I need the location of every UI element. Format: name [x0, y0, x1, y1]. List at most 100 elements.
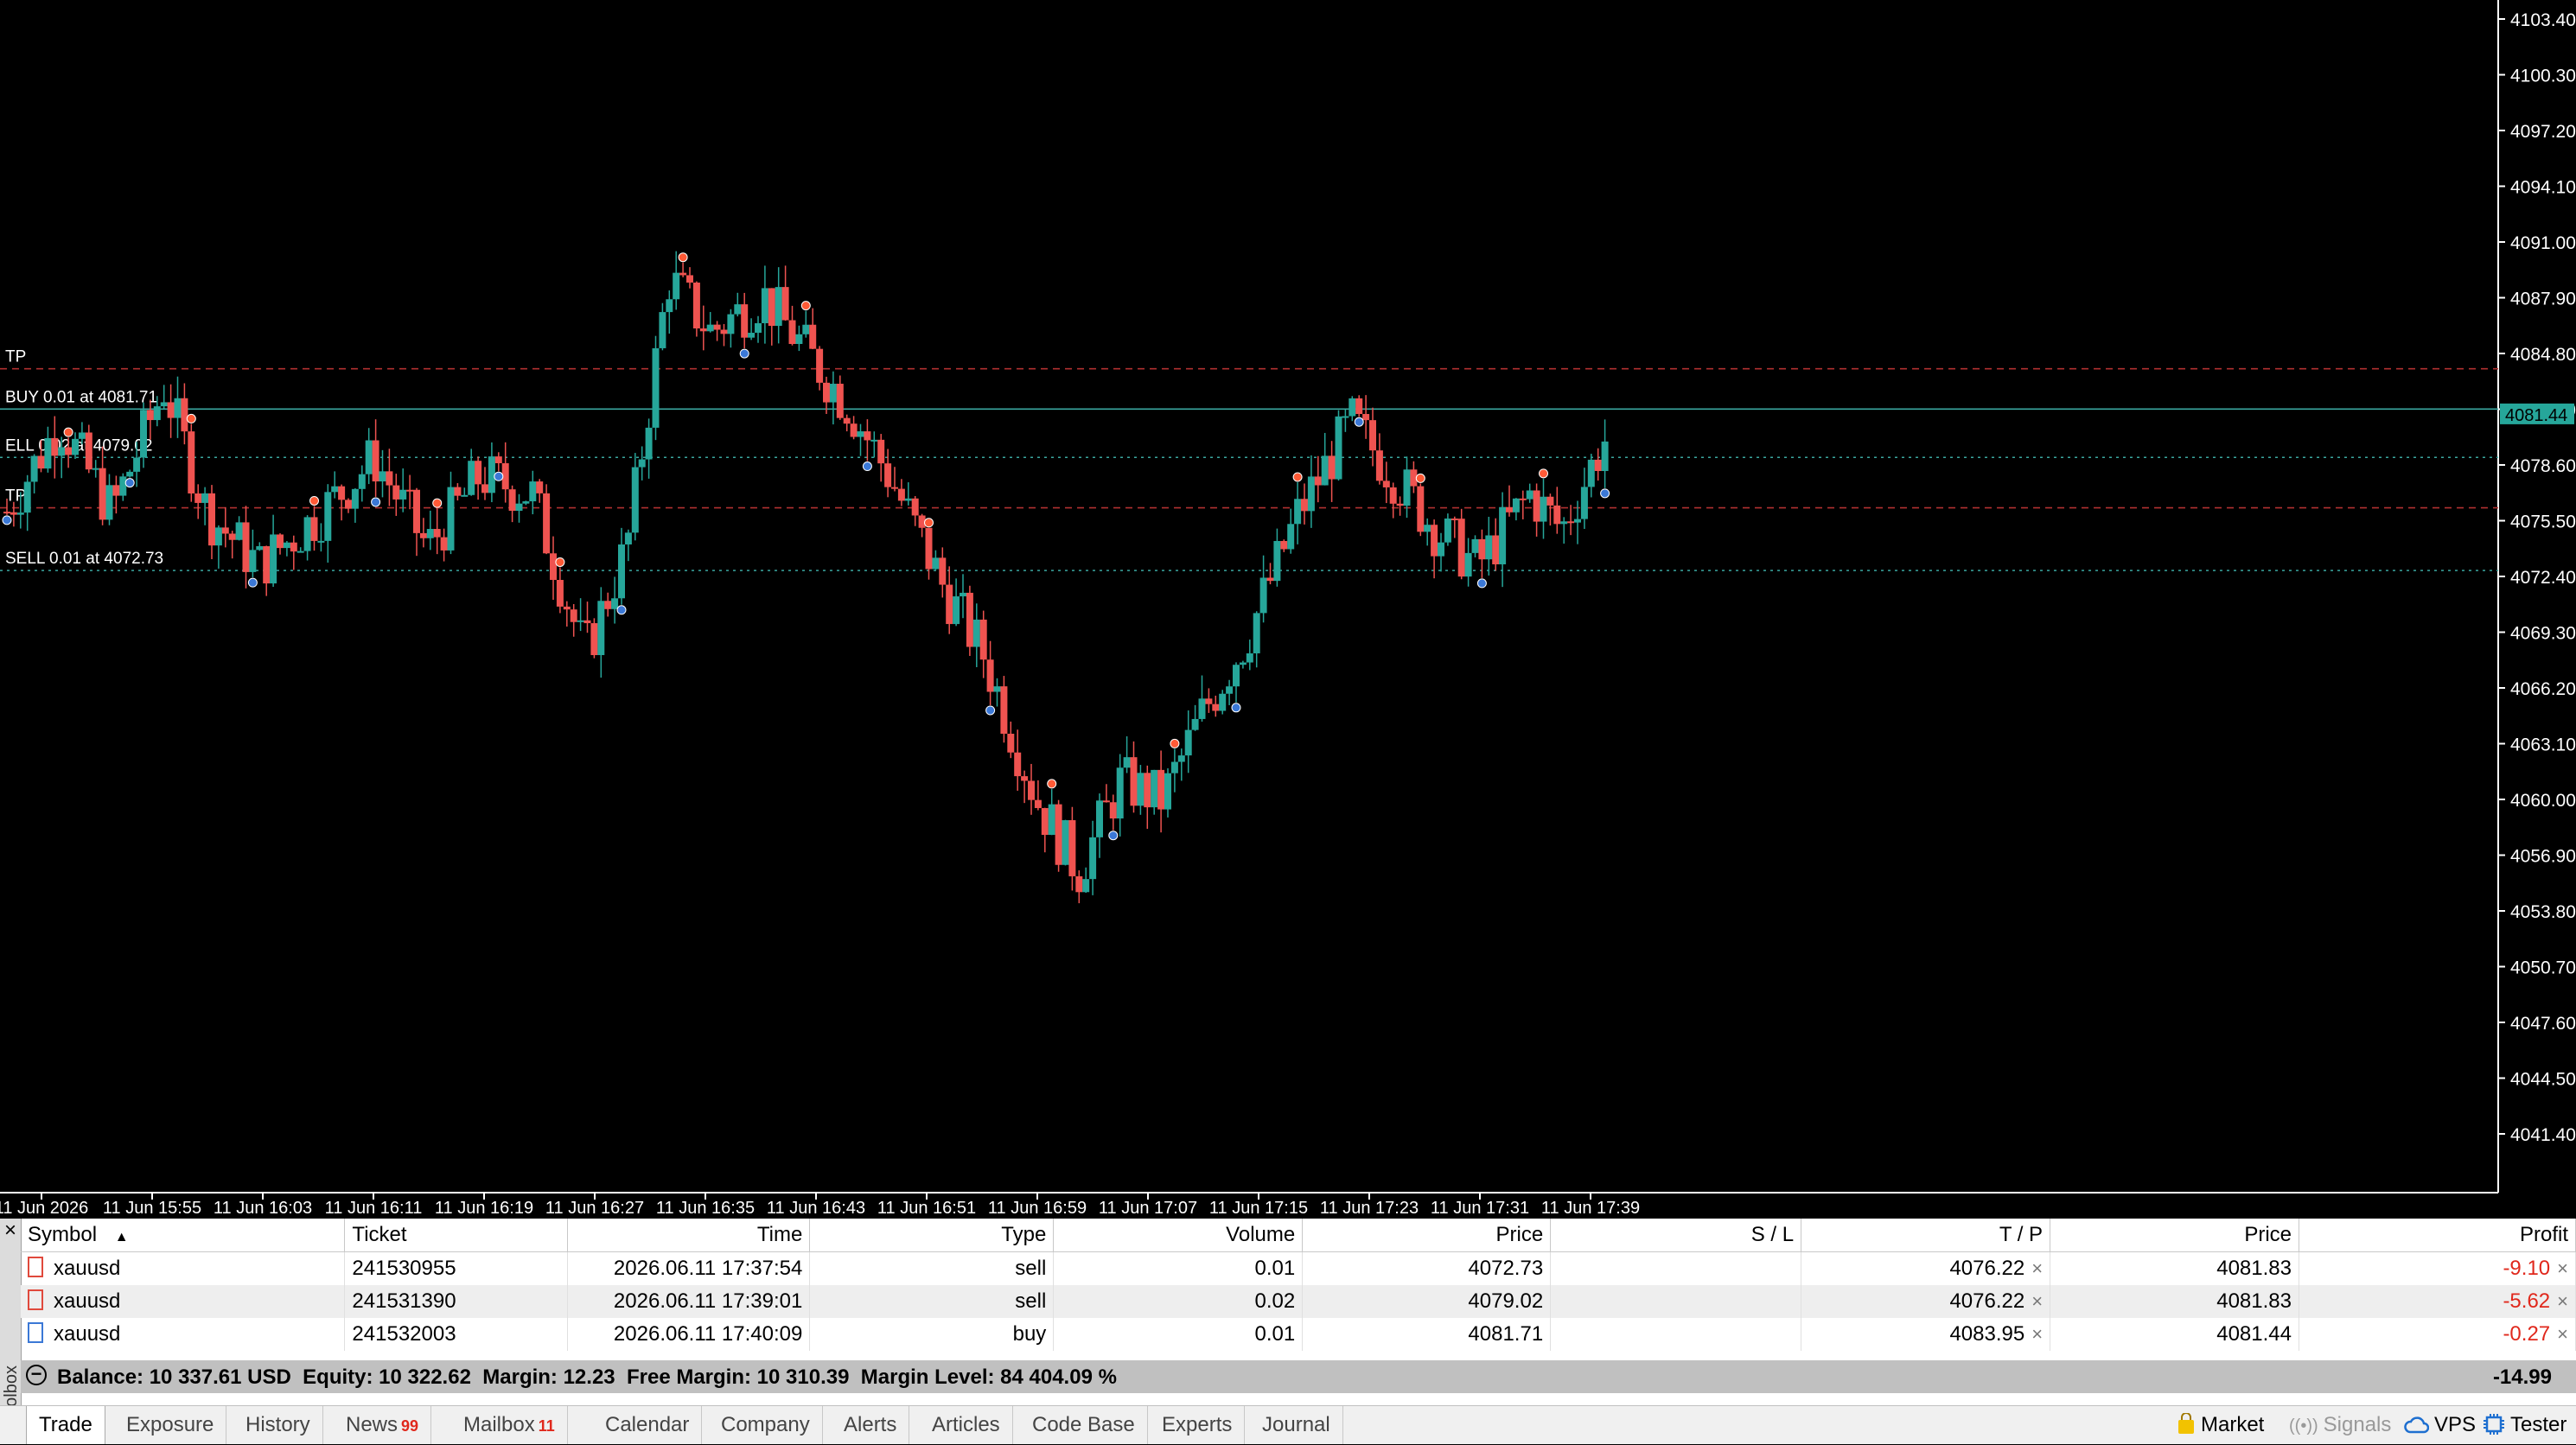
buy-arrow-marker — [494, 471, 504, 481]
candle-body — [1239, 662, 1247, 665]
candle-body — [1375, 450, 1383, 481]
candle-body — [577, 620, 584, 622]
candle-body — [1007, 733, 1015, 753]
row-time: 2026.06.11 17:40:09 — [567, 1318, 811, 1351]
candle-body — [1021, 776, 1029, 781]
col-profit-header[interactable]: Profit — [2299, 1219, 2576, 1252]
tab-company[interactable]: Company — [709, 1406, 823, 1444]
row-volume: 0.02 — [1053, 1285, 1304, 1318]
time-label: 11 Jun 15:55 — [103, 1199, 201, 1218]
tab-mailbox[interactable]: Mailbox 11 — [451, 1406, 568, 1444]
row-tp[interactable]: 4076.22 × — [1801, 1285, 2051, 1318]
candle-body — [666, 299, 673, 313]
candle-body — [345, 500, 352, 509]
signals-button[interactable]: ((•)) Signals — [2289, 1406, 2391, 1444]
tab-journal[interactable]: Journal — [1250, 1406, 1343, 1444]
candle-body — [836, 384, 844, 418]
price-label: 4091.00 — [2510, 233, 2576, 253]
tab-experts[interactable]: Experts — [1150, 1406, 1246, 1444]
tab-articles[interactable]: Articles — [920, 1406, 1013, 1444]
candle-body — [1144, 773, 1151, 808]
candle-body — [1444, 518, 1451, 543]
tab-exposure[interactable]: Exposure — [114, 1406, 227, 1444]
time-label: 11 Jun 16:59 — [988, 1199, 1087, 1218]
row-ticket: 241530955 — [344, 1251, 569, 1285]
tester-chip-icon — [2484, 1414, 2504, 1435]
candle-body — [392, 485, 400, 500]
candle-body — [426, 529, 434, 538]
candle-body — [194, 493, 202, 503]
close-position-icon[interactable]: × — [2557, 1290, 2568, 1312]
tab-alerts[interactable]: Alerts — [832, 1406, 910, 1444]
col-symbol-header[interactable]: Symbol ▲ — [21, 1219, 346, 1252]
candle-body — [1321, 455, 1329, 486]
collapse-icon[interactable]: − — [26, 1365, 47, 1385]
price-label: 4041.40 — [2510, 1125, 2576, 1145]
candle-body — [303, 517, 311, 551]
price-label: 4047.60 — [2510, 1014, 2576, 1034]
close-position-icon[interactable]: × — [2557, 1323, 2568, 1345]
candle-body — [1451, 518, 1458, 520]
candle-body — [795, 334, 803, 344]
market-button[interactable]: Market — [2177, 1406, 2264, 1444]
row-tp[interactable]: 4076.22 × — [1801, 1251, 2051, 1285]
row-sl[interactable] — [1550, 1285, 1802, 1318]
col-tp-header[interactable]: T / P — [1801, 1219, 2051, 1252]
chart-canvas[interactable]: 4103.40 4100.30 4097.20 4094.10 4091.00 4087.… — [0, 0, 2576, 1219]
candle-body — [119, 476, 127, 496]
tab-code-base[interactable]: Code Base — [1020, 1406, 1148, 1444]
col-type-header[interactable]: Type — [809, 1219, 1055, 1252]
tab-trade[interactable]: Trade — [26, 1406, 105, 1444]
price-chart[interactable]: 4103.40 4100.30 4097.20 4094.10 4091.00 4087.… — [0, 0, 2576, 1219]
candle-body — [440, 537, 448, 551]
tab-calendar[interactable]: Calendar — [593, 1406, 703, 1444]
row-type: sell — [809, 1285, 1055, 1318]
row-volume: 0.01 — [1053, 1318, 1304, 1351]
candle-body — [816, 348, 824, 383]
candle-body — [454, 487, 462, 496]
row-volume: 0.01 — [1053, 1251, 1304, 1285]
candle-body — [1062, 820, 1069, 865]
time-label: 11 Jun 17:23 — [1320, 1199, 1419, 1218]
tab-history[interactable]: History — [233, 1406, 323, 1444]
buy-arrow-marker — [739, 348, 749, 359]
table-row[interactable]: xauusd 241532003 2026.06.11 17:40:09 buy… — [21, 1318, 2576, 1351]
candle-body — [1601, 441, 1609, 471]
col-volume-header[interactable]: Volume — [1053, 1219, 1304, 1252]
candle-body — [208, 493, 215, 546]
col-sl-header[interactable]: S / L — [1550, 1219, 1802, 1252]
time-label: 11 Jun 16:35 — [656, 1199, 755, 1218]
time-label: 11 Jun 16:03 — [214, 1199, 312, 1218]
tester-button[interactable]: Tester — [2483, 1406, 2566, 1444]
candle-body — [877, 439, 885, 464]
price-label: 4103.40 — [2510, 10, 2576, 30]
col-price-header[interactable]: Price — [1302, 1219, 1552, 1252]
col-current-price-header[interactable]: Price — [2050, 1219, 2299, 1252]
price-label: 4069.30 — [2510, 624, 2576, 644]
candle-body — [1485, 535, 1493, 560]
tab-news[interactable]: News 99 — [334, 1406, 432, 1444]
candle-body — [1266, 577, 1274, 582]
row-tp[interactable]: 4083.95 × — [1801, 1318, 2051, 1351]
table-row[interactable]: xauusd 241531390 2026.06.11 17:39:01 sel… — [21, 1285, 2576, 1318]
table-row[interactable]: xauusd 241530955 2026.06.11 17:37:54 sel… — [21, 1251, 2576, 1285]
candle-body — [911, 498, 919, 516]
row-sl[interactable] — [1550, 1251, 1802, 1285]
candle-body — [201, 493, 209, 503]
candle-body — [686, 275, 693, 283]
col-ticket-header[interactable]: Ticket — [344, 1219, 569, 1252]
candle-body — [590, 623, 598, 656]
candle-body — [884, 463, 892, 487]
close-position-icon[interactable]: × — [2557, 1257, 2568, 1279]
vps-button[interactable]: VPS — [2403, 1406, 2476, 1444]
remove-tp-icon[interactable]: × — [2031, 1323, 2043, 1345]
row-sl[interactable] — [1550, 1318, 1802, 1351]
candle-body — [99, 468, 106, 520]
price-label: 4063.10 — [2510, 735, 2576, 755]
remove-tp-icon[interactable]: × — [2031, 1257, 2043, 1279]
close-icon[interactable]: × — [0, 1220, 21, 1241]
remove-tp-icon[interactable]: × — [2031, 1290, 2043, 1312]
candle-body — [1170, 761, 1178, 773]
candle-body — [1034, 799, 1042, 809]
col-time-header[interactable]: Time — [567, 1219, 811, 1252]
